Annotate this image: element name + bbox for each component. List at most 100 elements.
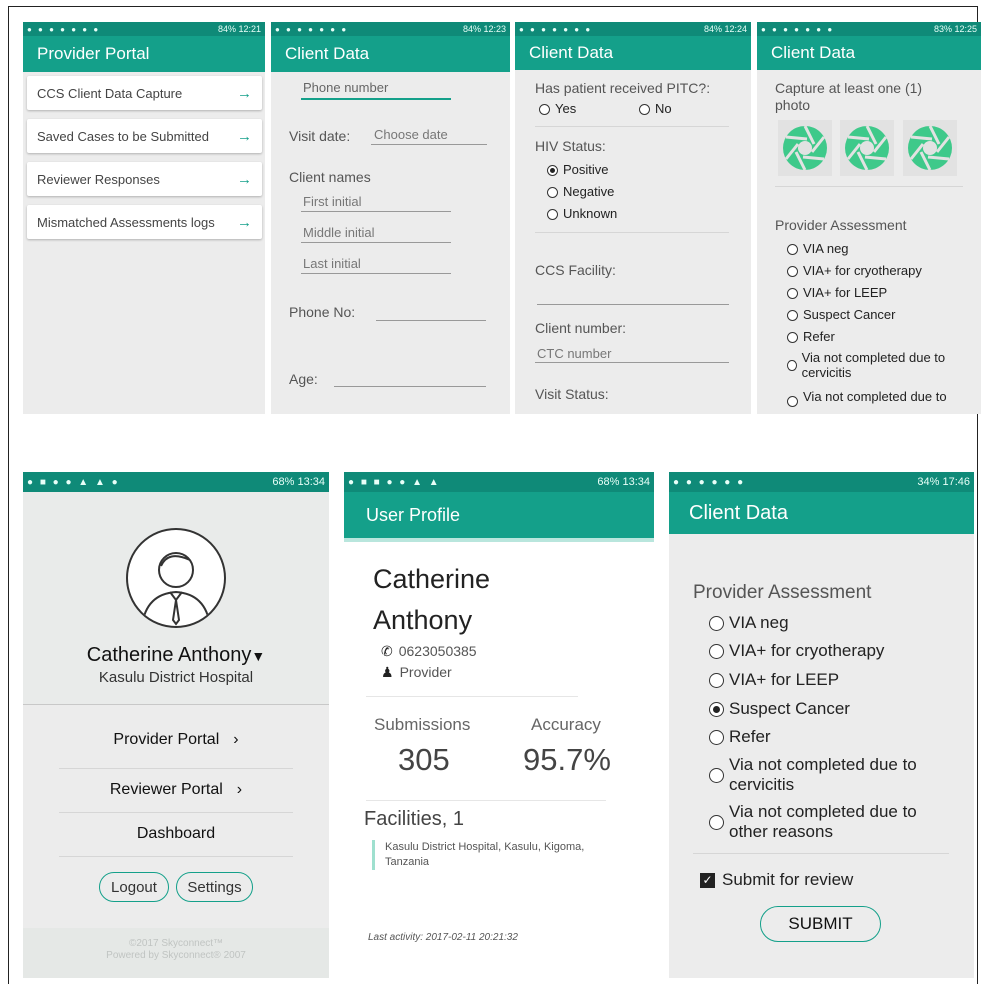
user-hospital: Kasulu District Hospital [98,669,254,686]
app-bar: Client Data [669,492,974,534]
hiv-positive-radio[interactable]: Positive [547,162,609,177]
radio-icon [547,187,558,199]
radio-icon [787,310,798,322]
option-refer[interactable]: Refer [787,329,835,344]
submit-button[interactable]: SUBMIT [760,906,881,942]
option-via-cryotherapy[interactable]: VIA+ for cryotherapy [709,641,884,661]
camera-shutter-icon[interactable] [840,120,894,176]
pitc-yes-radio[interactable]: Yes [539,101,576,116]
client-number-label: Client number: [535,320,627,336]
radio-icon [787,266,798,278]
facility-item: Kasulu District Hospital, Kasulu, Kigoma… [372,840,584,870]
radio-icon [709,616,724,632]
radio-icon [709,644,724,660]
radio-icon [787,244,798,256]
option-via-cervicitis[interactable]: Via not completed due to cervicitis [787,350,967,380]
menu-dashboard[interactable]: Dashboard [59,816,293,852]
user-avatar-icon [141,552,211,626]
phone-no-label: Phone No: [289,304,356,320]
logout-button[interactable]: Logout [99,872,169,902]
phone-number-underline [301,98,451,100]
menu-reviewer-portal[interactable]: Reviewer Portal › [59,772,293,808]
ccs-facility-input[interactable] [537,304,729,305]
accuracy-label: Accuracy [531,715,601,734]
age-input[interactable] [334,386,486,387]
ccs-facility-label: CCS Facility: [535,262,616,278]
page-title: Provider Portal [37,44,150,63]
footer: ©2017 Skyconnect™ Powered by Skyconnect®… [23,928,329,978]
middle-initial-input[interactable]: Middle initial [303,225,375,240]
last-activity: Last activity: 2017-02-11 20:21:32 [368,932,518,943]
page-title: User Profile [366,504,461,525]
provider-assessment-label: Provider Assessment [693,582,872,603]
submissions-value: 305 [398,742,450,777]
radio-icon [787,396,798,407]
option-via-leep[interactable]: VIA+ for LEEP [709,670,839,690]
accuracy-value: 95.7% [523,742,611,777]
chevron-right-icon: › [236,781,243,798]
app-bar: User Profile [344,492,654,538]
screen-home-menu: ● ■ ● ● ▲ ▲ ● 68% 13:34 Catherine Anthony… [23,472,329,978]
radio-icon [639,104,650,116]
option-via-other[interactable]: Via not completed due to [787,388,947,407]
menu-item-mismatched-logs[interactable]: Mismatched Assessments logs → [27,205,262,239]
profile-first-name: Catherine [373,564,491,594]
hiv-unknown-radio[interactable]: Unknown [547,206,617,221]
option-via-other[interactable]: Via not completed due to other reasons [709,802,917,842]
menu-item-reviewer-responses[interactable]: Reviewer Responses → [27,162,262,196]
status-bar: ● ■ ■ ● ● ▲ ▲ 68% 13:34 [344,472,654,492]
submit-for-review-checkbox[interactable]: ✓ Submit for review [700,870,853,890]
radio-icon [709,730,724,746]
screen-user-profile: ● ■ ■ ● ● ▲ ▲ 68% 13:34 User Profile Cath… [344,472,654,978]
option-via-cryotherapy[interactable]: VIA+ for cryotherapy [787,263,922,278]
status-bar: ● ● ● ● ● ● 34% 17:46 [669,472,974,492]
radio-selected-icon [709,702,724,718]
radio-selected-icon [547,165,558,177]
radio-icon [787,359,797,371]
provider-assessment-label: Provider Assessment [775,217,907,233]
screen-client-data-2: ● ● ● ● ● ● ● 84% 12:24 Client Data Has p… [515,22,751,414]
ctc-number-input[interactable]: CTC number [537,346,611,361]
user-name: Catherine Anthony▼ [86,644,266,666]
option-refer[interactable]: Refer [709,727,771,747]
radio-icon [709,814,724,830]
profile-header: Catherine Anthony▼ Kasulu District Hospi… [23,492,329,704]
submissions-label: Submissions [374,715,471,734]
option-suspect-cancer[interactable]: Suspect Cancer [787,307,896,322]
app-bar: Provider Portal [23,36,265,72]
option-via-cervicitis[interactable]: Via not completed due to cervicitis [709,755,917,795]
avatar [126,528,226,628]
client-names-label: Client names [289,169,371,185]
hiv-negative-radio[interactable]: Negative [547,184,614,199]
settings-button[interactable]: Settings [176,872,253,902]
visit-date-input[interactable]: Choose date [374,127,448,142]
arrow-right-icon: → [237,213,252,231]
menu-provider-portal[interactable]: Provider Portal › [59,722,293,758]
page-title: Client Data [771,43,856,62]
menu-item-saved-cases[interactable]: Saved Cases to be Submitted → [27,119,262,153]
camera-shutter-icon[interactable] [778,120,832,176]
radio-icon [709,767,724,783]
screen-provider-portal: ● ● ● ● ● ● ● 84% 12:21 Provider Portal C… [23,22,265,414]
page-title: Client Data [529,43,614,62]
status-bar: ● ● ● ● ● ● ● 83% 12:25 [757,22,981,36]
profile-role: ♟ Provider [381,664,452,680]
phone-number-input[interactable]: Phone number [303,80,388,95]
menu-item-ccs-capture[interactable]: CCS Client Data Capture → [27,76,262,110]
pitc-no-radio[interactable]: No [639,101,672,116]
phone-no-input[interactable] [376,320,486,321]
app-bar: Client Data [271,36,510,72]
camera-shutter-icon[interactable] [903,120,957,176]
last-initial-input[interactable]: Last initial [303,256,361,271]
option-via-neg[interactable]: VIA neg [709,613,789,633]
status-bar: ● ● ● ● ● ● ● 84% 12:23 [271,22,510,36]
option-via-neg[interactable]: VIA neg [787,241,849,256]
option-via-leep[interactable]: VIA+ for LEEP [787,285,887,300]
first-initial-input[interactable]: First initial [303,194,362,209]
radio-icon [709,673,724,689]
option-suspect-cancer[interactable]: Suspect Cancer [709,699,850,719]
page-title: Client Data [689,501,788,524]
pitc-label: Has patient received PITC?: [535,80,711,96]
photo-instruction: Capture at least one (1) photo [775,80,923,113]
visit-status-label: Visit Status: [535,386,609,402]
